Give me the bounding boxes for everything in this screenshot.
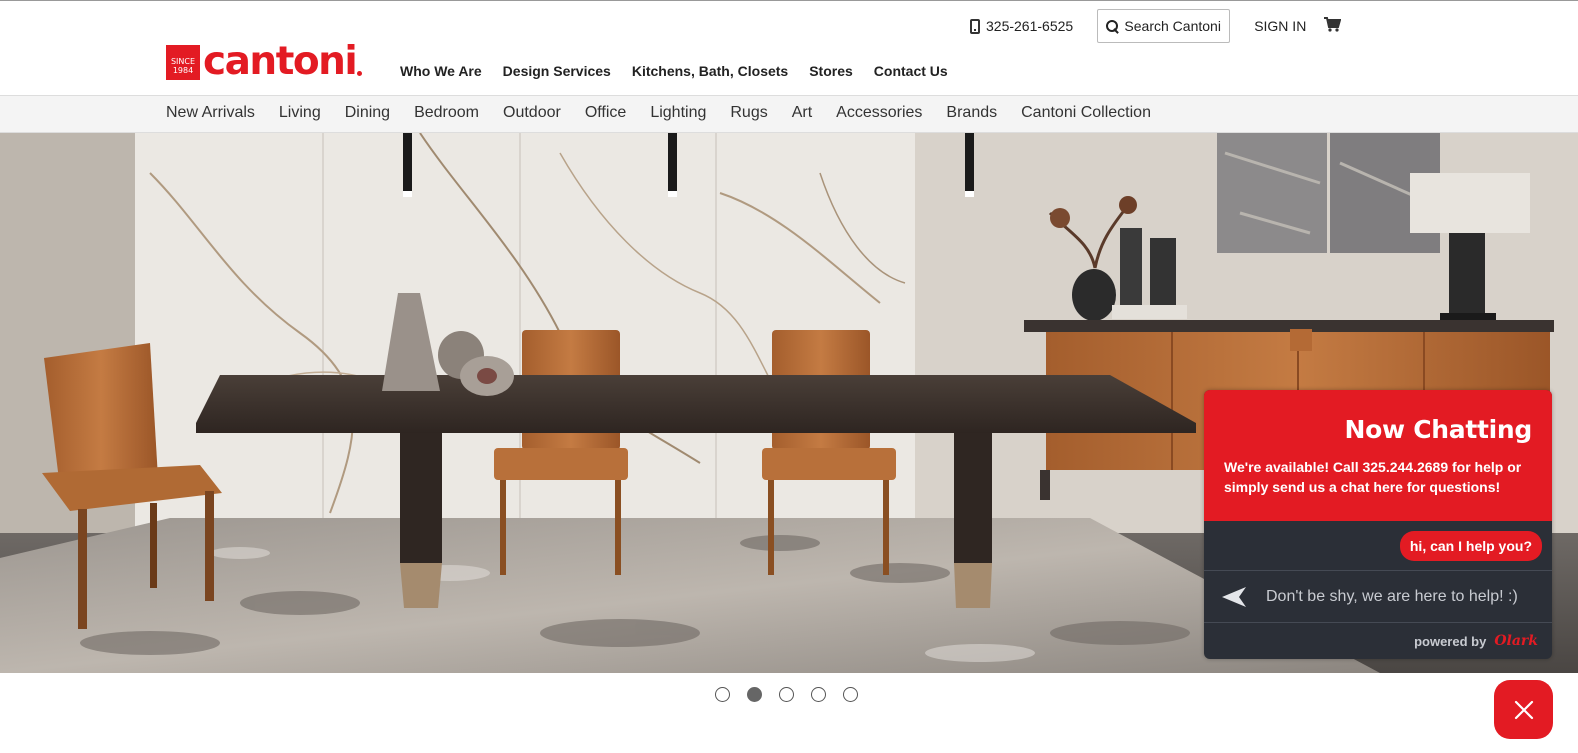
- cantoni-logo[interactable]: SINCE 1984 cantoni: [166, 39, 363, 84]
- cat-bedroom[interactable]: Bedroom: [414, 104, 479, 122]
- cat-office[interactable]: Office: [585, 104, 627, 122]
- chat-title: Now Chatting: [1344, 415, 1533, 444]
- cat-cantoni-collection[interactable]: Cantoni Collection: [1021, 104, 1151, 122]
- chat-close-button[interactable]: [1494, 680, 1553, 739]
- chat-welcome-message: We're available! Call 325.244.2689 for h…: [1224, 459, 1522, 495]
- carousel-dot-1[interactable]: [715, 687, 730, 702]
- olark-logo[interactable]: Olark: [1494, 633, 1538, 649]
- carousel-dot-3[interactable]: [779, 687, 794, 702]
- cat-dining[interactable]: Dining: [345, 104, 390, 122]
- logo-year: 1984: [172, 65, 194, 75]
- powered-by-label: powered by: [1414, 633, 1487, 649]
- carousel-dot-5[interactable]: [843, 687, 858, 702]
- logo-badge: SINCE 1984: [166, 44, 200, 80]
- nav-kitchens-bath-closets[interactable]: Kitchens, Bath, Closets: [632, 63, 788, 79]
- logo-dot: [357, 71, 363, 76]
- chat-bubble: hi, can I help you?: [1399, 530, 1542, 561]
- search-icon: [1106, 19, 1119, 33]
- cart-icon[interactable]: [1324, 16, 1342, 36]
- chat-input-field[interactable]: Don't be shy, we are here to help! :): [1266, 588, 1518, 606]
- chat-input-row[interactable]: Don't be shy, we are here to help! :): [1204, 571, 1552, 623]
- carousel-dots: [715, 687, 858, 702]
- powered-by: powered by Olark: [1204, 623, 1552, 659]
- page: SINCE 1984 cantoni 325-261-6525 Search C…: [0, 0, 1578, 753]
- cat-brands[interactable]: Brands: [946, 104, 997, 122]
- nav-design-services[interactable]: Design Services: [503, 63, 611, 79]
- phone-icon: [970, 18, 980, 34]
- carousel-dot-4[interactable]: [811, 687, 826, 702]
- chat-widget: Now Chatting We're available! Call 325.2…: [1204, 390, 1552, 659]
- send-icon[interactable]: [1204, 586, 1264, 608]
- chat-messages: hi, can I help you?: [1204, 521, 1552, 571]
- sign-in-link[interactable]: SIGN IN: [1254, 18, 1306, 34]
- search-button[interactable]: Search Cantoni: [1097, 9, 1231, 43]
- utility-bar: 325-261-6525 Search Cantoni SIGN IN: [970, 9, 1342, 43]
- cat-rugs[interactable]: Rugs: [730, 104, 767, 122]
- cat-living[interactable]: Living: [279, 104, 321, 122]
- category-nav: New Arrivals Living Dining Bedroom Outdo…: [0, 95, 1578, 133]
- nav-stores[interactable]: Stores: [809, 63, 853, 79]
- main-nav: Who We Are Design Services Kitchens, Bat…: [400, 63, 969, 79]
- logo-wordmark: cantoni: [203, 39, 358, 84]
- cat-outdoor[interactable]: Outdoor: [503, 104, 561, 122]
- nav-contact-us[interactable]: Contact Us: [874, 63, 948, 79]
- cat-new-arrivals[interactable]: New Arrivals: [166, 104, 255, 122]
- phone-number: 325-261-6525: [986, 18, 1074, 34]
- logo-since: SINCE: [170, 56, 196, 66]
- cat-accessories[interactable]: Accessories: [836, 104, 922, 122]
- carousel-dot-2[interactable]: [747, 687, 762, 702]
- search-label: Search Cantoni: [1124, 18, 1221, 34]
- cat-art[interactable]: Art: [792, 104, 812, 122]
- cat-lighting[interactable]: Lighting: [650, 104, 706, 122]
- close-icon: [1514, 700, 1533, 719]
- nav-who-we-are[interactable]: Who We Are: [400, 63, 482, 79]
- chat-header: Now Chatting We're available! Call 325.2…: [1204, 390, 1552, 521]
- phone-link[interactable]: 325-261-6525: [970, 18, 1073, 34]
- site-header: SINCE 1984 cantoni 325-261-6525 Search C…: [0, 1, 1578, 95]
